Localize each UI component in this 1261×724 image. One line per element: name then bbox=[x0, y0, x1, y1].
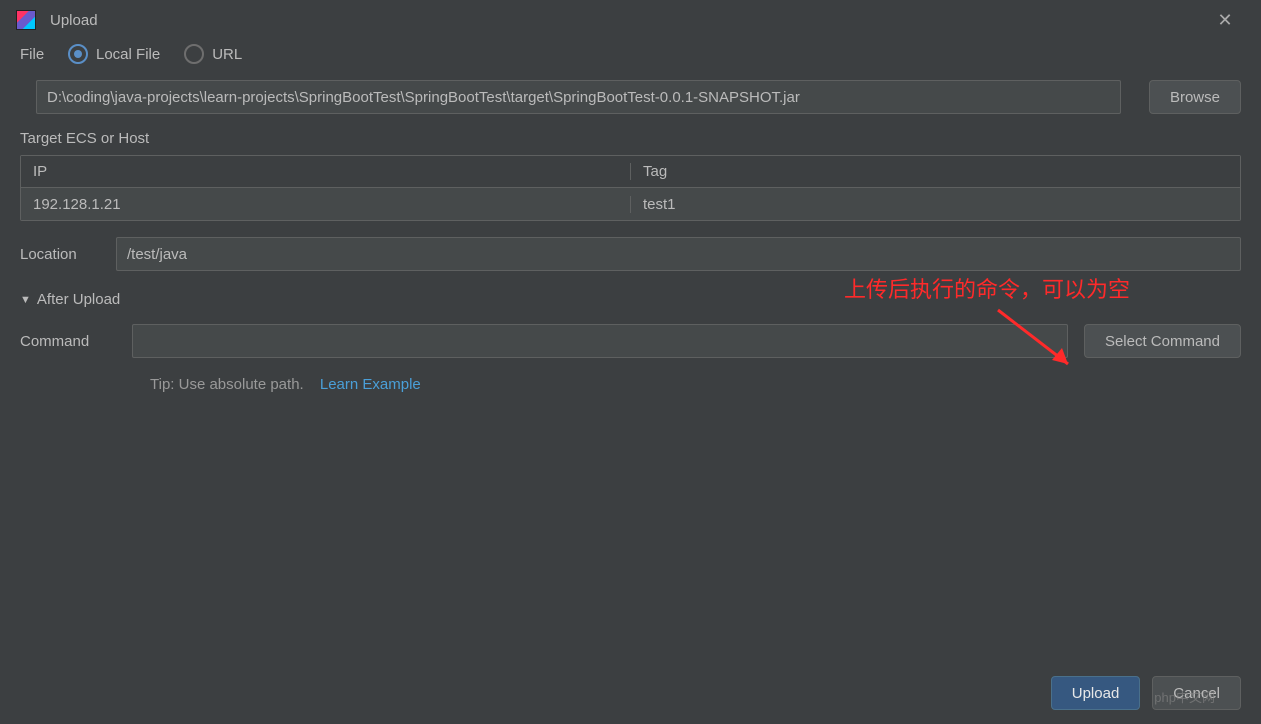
close-icon[interactable]: ✕ bbox=[1205, 10, 1245, 31]
cancel-button[interactable]: Cancel bbox=[1152, 676, 1241, 710]
cell-tag: test1 bbox=[631, 196, 1240, 213]
radio-local-file[interactable] bbox=[68, 44, 88, 64]
tip-text: Tip: Use absolute path. bbox=[150, 376, 304, 393]
command-row: Command Select Command bbox=[20, 324, 1241, 358]
titlebar: Upload ✕ bbox=[0, 0, 1261, 40]
radio-url[interactable] bbox=[184, 44, 204, 64]
target-section-label: Target ECS or Host bbox=[20, 130, 1241, 147]
table-row[interactable]: 192.128.1.21 test1 bbox=[21, 188, 1240, 220]
file-path-row: Browse bbox=[36, 80, 1241, 114]
window-title: Upload bbox=[50, 12, 98, 29]
upload-button[interactable]: Upload bbox=[1051, 676, 1141, 710]
tip-row: Tip: Use absolute path. Learn Example bbox=[20, 376, 1241, 393]
col-ip: IP bbox=[21, 163, 631, 180]
select-command-button[interactable]: Select Command bbox=[1084, 324, 1241, 358]
learn-example-link[interactable]: Learn Example bbox=[320, 376, 421, 393]
file-path-input[interactable] bbox=[36, 80, 1121, 114]
app-icon bbox=[16, 10, 36, 30]
target-table: IP Tag 192.128.1.21 test1 bbox=[20, 155, 1241, 221]
browse-button[interactable]: Browse bbox=[1149, 80, 1241, 114]
after-upload-label: After Upload bbox=[37, 291, 120, 308]
dialog-content: File Local File URL Browse Target ECS or… bbox=[0, 40, 1261, 393]
chevron-down-icon: ▼ bbox=[20, 294, 31, 306]
radio-local-file-label: Local File bbox=[96, 46, 160, 63]
annotation-text: 上传后执行的命令，可以为空 bbox=[844, 272, 1130, 304]
cell-ip: 192.128.1.21 bbox=[21, 196, 631, 213]
file-label: File bbox=[20, 46, 54, 63]
radio-url-label: URL bbox=[212, 46, 242, 63]
file-source-row: File Local File URL bbox=[20, 44, 1241, 64]
location-input[interactable] bbox=[116, 237, 1241, 271]
table-header: IP Tag bbox=[21, 156, 1240, 188]
command-input[interactable] bbox=[132, 324, 1068, 358]
location-row: Location bbox=[20, 237, 1241, 271]
command-label: Command bbox=[20, 333, 116, 350]
location-label: Location bbox=[20, 246, 100, 263]
footer-buttons: Upload Cancel bbox=[1051, 676, 1241, 710]
col-tag: Tag bbox=[631, 163, 1240, 180]
